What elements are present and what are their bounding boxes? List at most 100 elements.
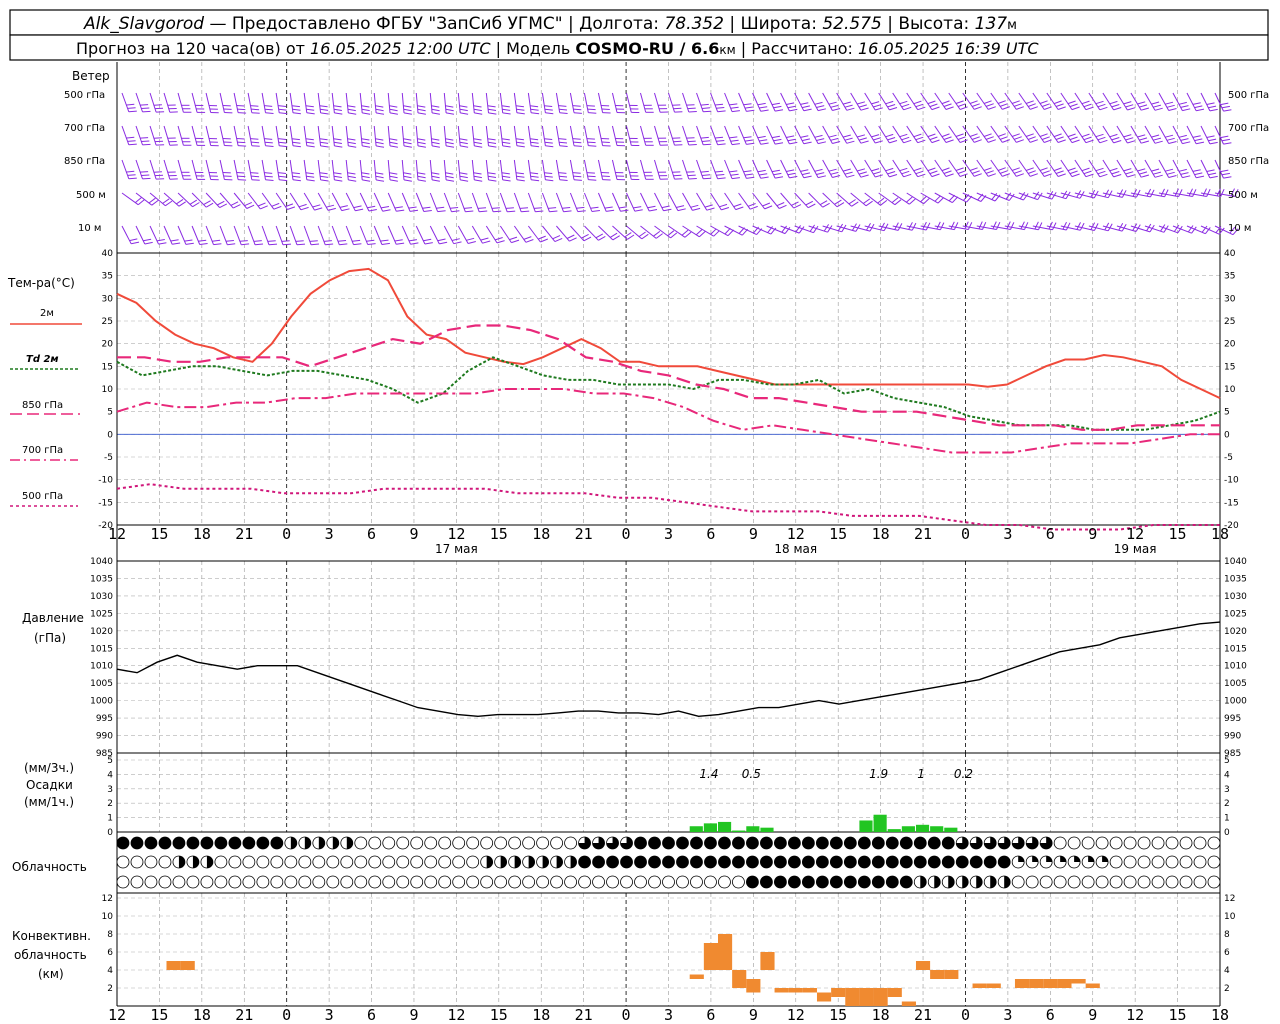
wind-barb-flag [573, 175, 582, 178]
cloud-cell [144, 836, 158, 850]
wind-barb-flag [1168, 141, 1177, 144]
wind-barb-flag [983, 100, 992, 104]
cloud-cell [1151, 836, 1165, 850]
wind-barb-flag [1127, 174, 1136, 178]
wind-barb-flag [573, 112, 582, 114]
wind-barb-flag [236, 172, 245, 174]
wind-barb-flag [158, 242, 167, 245]
wind-barb [247, 159, 253, 180]
wind-barb [191, 192, 207, 208]
wind-barb-flag [298, 203, 307, 208]
cloud-cell [1095, 875, 1109, 889]
cloud-cell [312, 875, 326, 889]
x-tick-label: 12 [787, 525, 805, 543]
wind-barb [233, 225, 242, 245]
wind-barb-flag [959, 139, 968, 143]
wind-barb [359, 159, 363, 180]
wind-barb-flag [903, 139, 912, 144]
calc-label: | Рассчитано: [736, 39, 858, 58]
wind-barb [850, 159, 862, 178]
wind-barb-flag [189, 199, 198, 205]
wind-barb-flag [871, 134, 880, 138]
wind-barb [864, 92, 876, 111]
cloud-cell [941, 855, 955, 869]
wind-barb-flag [1042, 136, 1050, 140]
wind-level-500m: 500 м [76, 190, 106, 201]
wind-barb-flag [1180, 172, 1189, 175]
wind-barb-flag [417, 179, 426, 182]
wind-barb-flag [525, 239, 534, 243]
precip-bar [887, 829, 901, 832]
wind-barb-flag [885, 167, 894, 172]
wind-barb-flag [339, 243, 348, 246]
wind-barb-flag [917, 139, 926, 144]
wind-barb-flag [460, 145, 469, 148]
wind-barb [219, 92, 225, 113]
wind-barb-flag [572, 105, 581, 107]
wind-barb-flag [352, 239, 361, 242]
wind-barb [373, 192, 384, 212]
wind-barb [261, 225, 270, 245]
wind-label: Ветер [72, 69, 110, 83]
wind-barb-flag [403, 112, 412, 115]
wind-barb-flag [743, 170, 752, 173]
wind-barb-flag [502, 141, 511, 144]
wind-barb [583, 192, 593, 212]
conv-bar [915, 961, 931, 970]
wind-barb-flag [1002, 139, 1010, 143]
wind-barb-flag [558, 138, 567, 140]
wind-barb-flag [842, 134, 851, 138]
wind-barb-flag [446, 145, 455, 148]
cloud-cell [704, 855, 717, 869]
wind-barb-flag [487, 172, 496, 175]
wind-barb-flag [1052, 222, 1057, 231]
wind-barb-flag [1000, 170, 1008, 174]
wind-barb-flag [1016, 106, 1024, 110]
wind-barb-flag [558, 105, 567, 107]
wind-barb [401, 125, 405, 146]
wind-barb [934, 125, 947, 143]
wind-barb-flag [287, 206, 296, 210]
wind-barb-flag [832, 141, 841, 144]
pressure-tick-label-left: 1010 [90, 662, 113, 672]
wind-barb [766, 192, 780, 209]
cloud-cell [871, 855, 885, 869]
cloud-cell [690, 855, 703, 869]
temp-tick-label-right: 25 [1224, 317, 1235, 327]
temp-tick-label-right: -15 [1224, 498, 1239, 508]
wind-barb-flag [473, 175, 482, 179]
wind-barb-flag [459, 175, 468, 179]
wind-barb-flag [375, 172, 384, 175]
wind-barb-flag [1044, 106, 1052, 110]
wind-barb-flag [719, 203, 728, 208]
wind-barb-flag [943, 103, 952, 107]
wind-barb-flag [493, 210, 502, 213]
wind-barb-flag [467, 241, 476, 244]
wind-barb-flag [1011, 100, 1020, 104]
cloud-cell [857, 836, 871, 850]
wind-barb-flag [773, 138, 782, 142]
wind-barb-flag [403, 108, 412, 112]
wind-barb-flag [586, 138, 595, 140]
wind-barb [878, 192, 896, 206]
wind-barb [962, 125, 975, 143]
cloud-cell [787, 875, 801, 889]
wind-barb [289, 159, 294, 180]
wind-barb-flag [875, 174, 883, 178]
wind-barb [317, 125, 322, 146]
wind-barb-flag [974, 173, 982, 177]
cloud-cell-fill [934, 876, 941, 888]
cloud-cell [200, 875, 214, 889]
wind-barb-flag [587, 141, 596, 144]
wind-barb [864, 125, 876, 144]
cloud-cell [815, 855, 829, 869]
pressure-tick-label-right: 1030 [1224, 592, 1247, 602]
wind-barb [766, 159, 776, 179]
wind-barb-flag [1209, 108, 1218, 112]
wind-barb [205, 192, 221, 208]
wind-barb-flag [1209, 141, 1218, 145]
cloud-cell [186, 875, 200, 889]
pressure-tick-label-right: 1040 [1224, 557, 1247, 567]
cloud-cell [704, 875, 717, 889]
wind-barb-flag [347, 141, 356, 145]
